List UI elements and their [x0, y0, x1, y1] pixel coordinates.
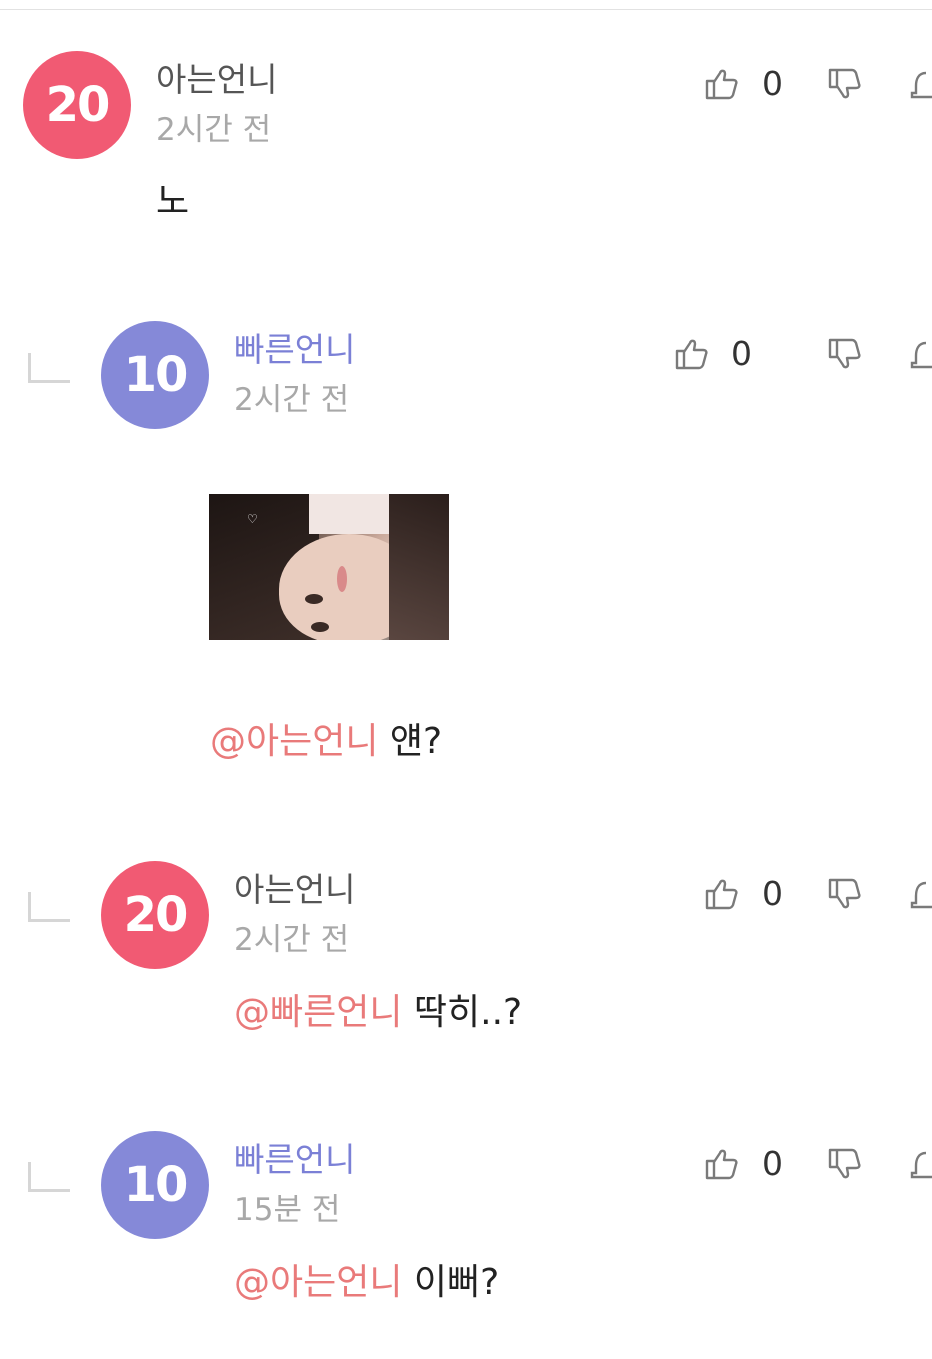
comment-time: 2시간 전: [234, 382, 350, 418]
like-count: 0: [762, 1144, 783, 1183]
reply-indicator: [28, 353, 70, 383]
comment-body: 노: [156, 181, 190, 222]
attached-photo[interactable]: ♡: [209, 494, 449, 640]
comment-text: 노: [156, 180, 189, 224]
comment-body: 딱히..?: [402, 992, 523, 1033]
like-count: 0: [762, 874, 783, 913]
reply-indicator: [28, 892, 70, 922]
comment-body: 이뻐?: [402, 1262, 500, 1303]
thumbs-down-icon[interactable]: [826, 875, 866, 915]
bell-icon[interactable]: [910, 1145, 932, 1185]
level-badge-avatar: 20: [101, 861, 209, 969]
like-count: 0: [731, 334, 752, 373]
thumbs-up-icon[interactable]: [703, 873, 743, 913]
level-badge-avatar: 10: [101, 1131, 209, 1239]
comment-author[interactable]: 빠른언니: [234, 330, 355, 370]
level-badge-avatar: 20: [23, 51, 131, 159]
bell-icon[interactable]: [910, 875, 932, 915]
thumbs-down-icon[interactable]: [826, 335, 866, 375]
like-count: 0: [762, 64, 783, 103]
comment-text: @아는언니 얜?: [210, 720, 442, 764]
thumbs-up-icon[interactable]: [703, 63, 743, 103]
comment-author[interactable]: 빠른언니: [234, 1140, 355, 1180]
bell-icon[interactable]: [910, 65, 932, 105]
comment-time: 15분 전: [234, 1192, 341, 1228]
comment-author[interactable]: 아는언니: [156, 60, 277, 100]
thumbs-down-icon[interactable]: [826, 65, 866, 105]
comment-author[interactable]: 아는언니: [234, 870, 355, 910]
thumbs-down-icon[interactable]: [826, 1145, 866, 1185]
bell-icon[interactable]: [910, 335, 932, 375]
thumbs-up-icon[interactable]: [673, 333, 713, 373]
comment-body: 얜?: [378, 721, 443, 762]
level-badge-avatar: 10: [101, 321, 209, 429]
top-divider: [0, 9, 932, 10]
reply-indicator: [28, 1162, 70, 1192]
comment-time: 2시간 전: [234, 922, 350, 958]
mention-link[interactable]: @아는언니: [234, 1262, 402, 1303]
mention-link[interactable]: @아는언니: [210, 721, 378, 762]
comment-text: @빠른언니 딱히..?: [234, 991, 522, 1035]
comment-text: @아는언니 이뻐?: [234, 1261, 499, 1305]
mention-link[interactable]: @빠른언니: [234, 992, 402, 1033]
comment-time: 2시간 전: [156, 112, 272, 148]
thumbs-up-icon[interactable]: [703, 1143, 743, 1183]
